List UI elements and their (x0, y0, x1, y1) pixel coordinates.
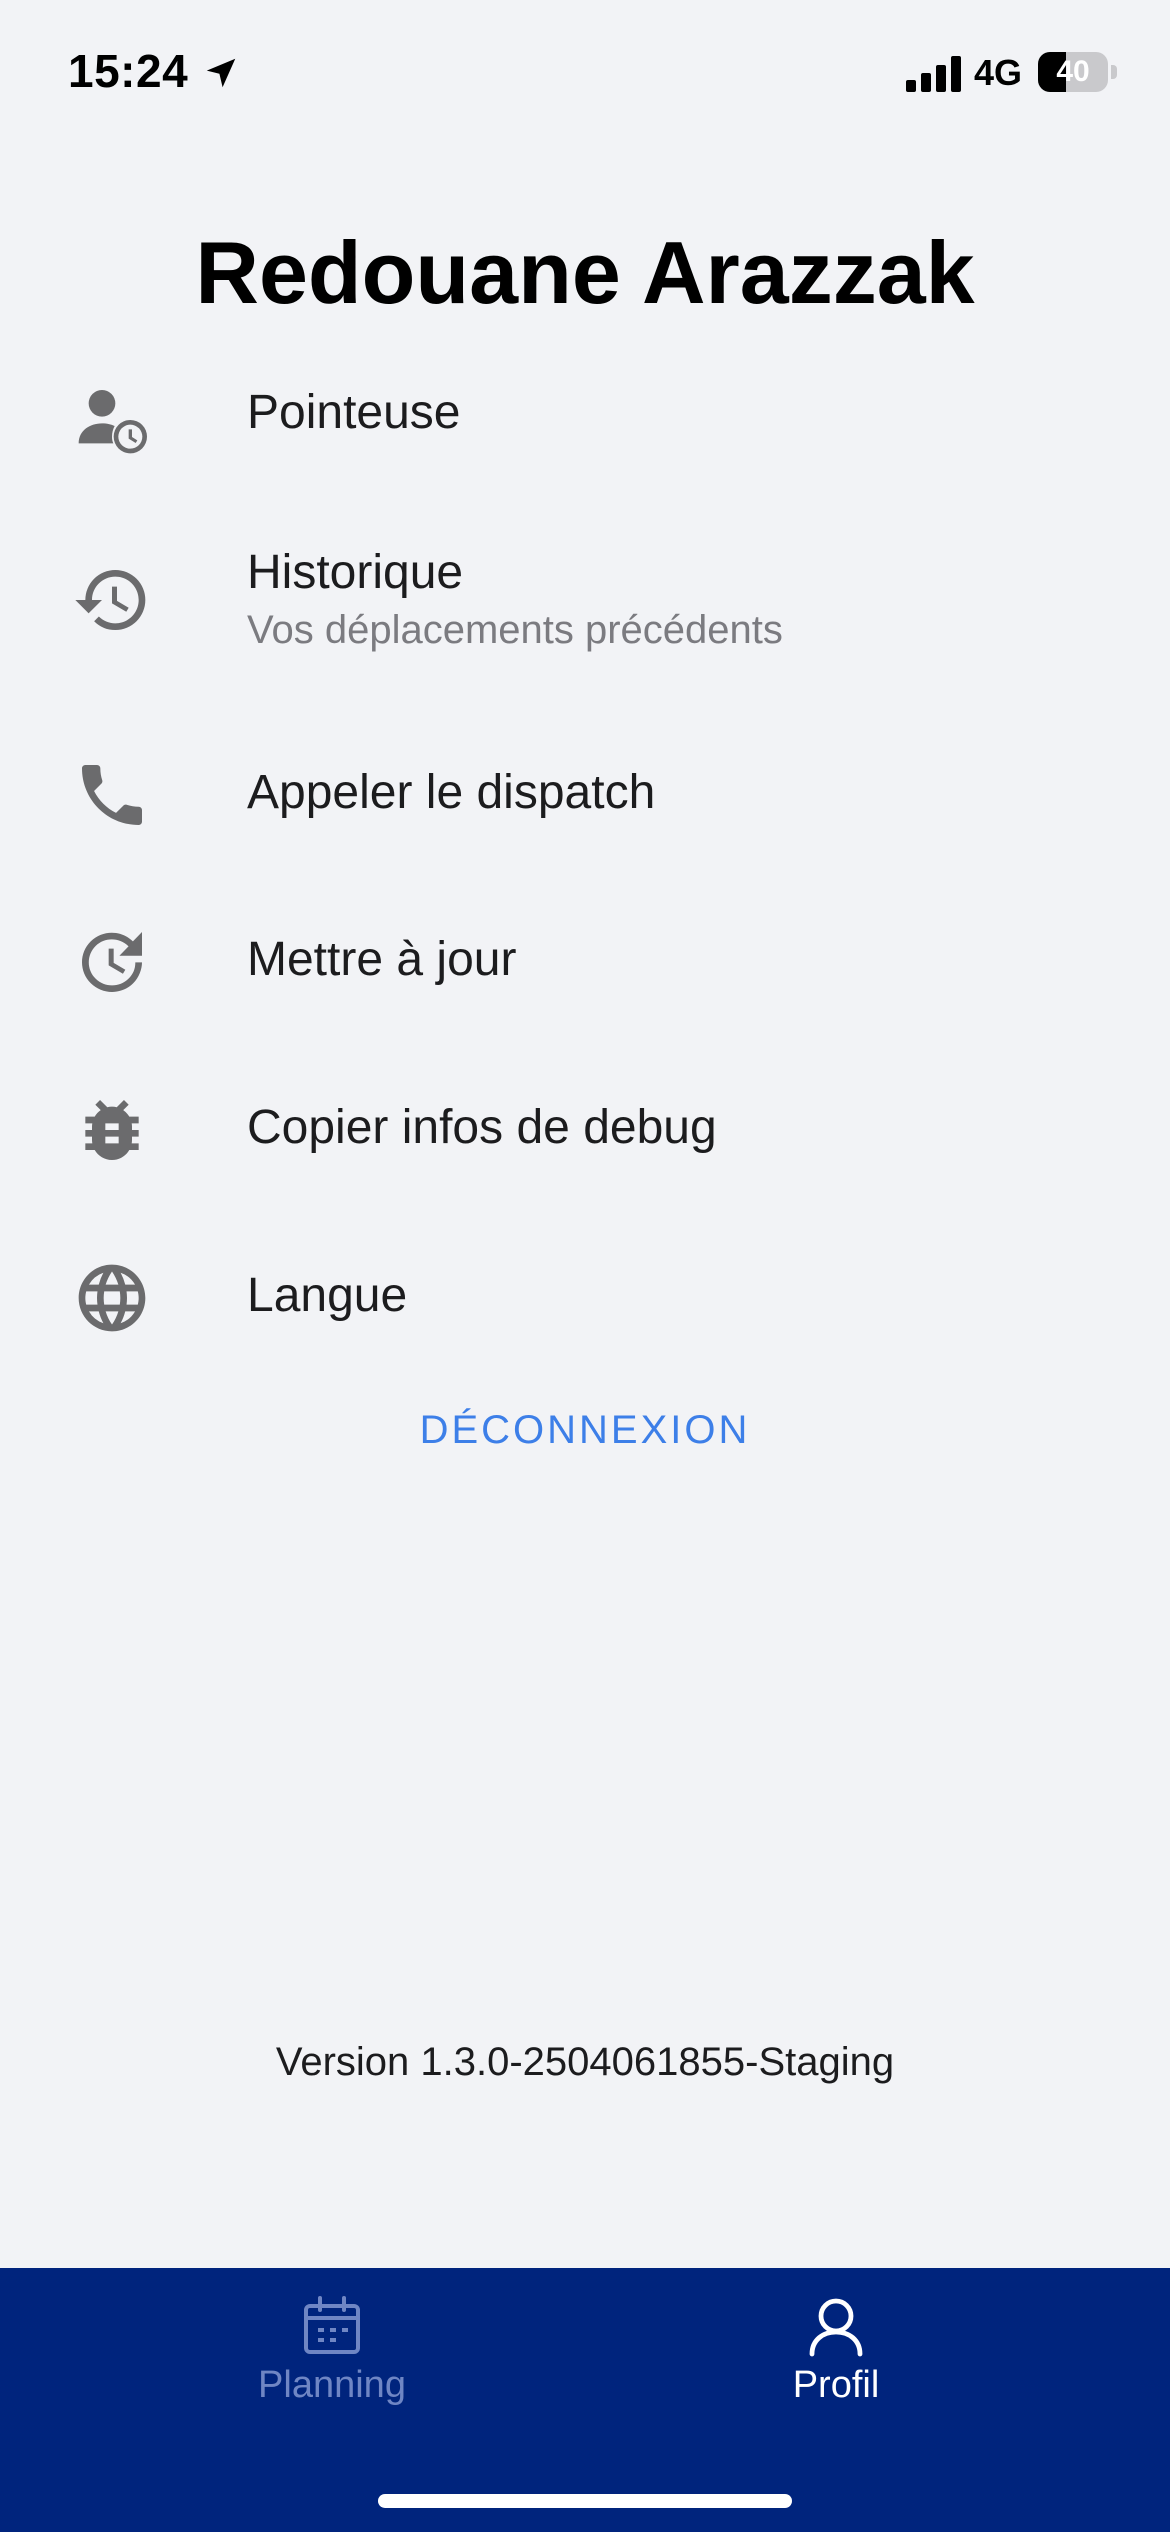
calendar-icon (304, 2296, 360, 2354)
person-clock-icon (72, 380, 152, 460)
home-indicator (378, 2494, 792, 2508)
version-label: Version 1.3.0-2504061855-Staging (275, 2040, 895, 2084)
menu-item-label: Copier infos de debug (247, 1101, 717, 1154)
status-bar: 15:24 4G 40 (0, 0, 1170, 150)
battery-icon: 40 (1038, 52, 1118, 96)
status-time: 15:24 (68, 45, 189, 97)
tab-bar: Planning Profil (0, 2268, 1170, 2532)
cellular-signal-icon (906, 56, 961, 92)
network-type: 4G (974, 52, 1023, 93)
update-icon (72, 922, 152, 1002)
battery-level: 40 (1056, 55, 1090, 88)
location-arrow-icon (206, 58, 236, 88)
history-icon (72, 560, 152, 640)
menu-item-mettre-a-jour[interactable]: Mettre à jour (0, 922, 1170, 1032)
menu-item-historique[interactable]: Historique Vos déplacements précédents (0, 540, 1170, 670)
tab-planning[interactable]: Planning (182, 2268, 482, 2448)
globe-icon (72, 1258, 152, 1338)
menu-item-label: Langue (247, 1269, 408, 1322)
menu-item-appeler-dispatch[interactable]: Appeler le dispatch (0, 755, 1170, 865)
menu-item-label: Historique (247, 546, 464, 599)
menu-item-copier-debug[interactable]: Copier infos de debug (0, 1090, 1170, 1200)
tab-label: Planning (258, 2364, 406, 2406)
menu-item-label: Appeler le dispatch (247, 766, 656, 819)
logout-button[interactable]: DÉCONNEXION (0, 1408, 1170, 1453)
tab-label: Profil (792, 2364, 880, 2406)
person-icon (809, 2298, 863, 2357)
menu-item-pointeuse[interactable]: Pointeuse (0, 375, 1170, 485)
menu-item-sublabel: Vos déplacements précédents (247, 608, 783, 652)
tab-profil[interactable]: Profil (686, 2268, 986, 2448)
bug-icon (72, 1090, 152, 1170)
menu-item-label: Pointeuse (247, 386, 461, 439)
profile-name: Redouane Arazzak (195, 223, 975, 322)
menu-item-langue[interactable]: Langue (0, 1258, 1170, 1368)
phone-icon (72, 755, 152, 835)
menu-item-label: Mettre à jour (247, 933, 517, 986)
